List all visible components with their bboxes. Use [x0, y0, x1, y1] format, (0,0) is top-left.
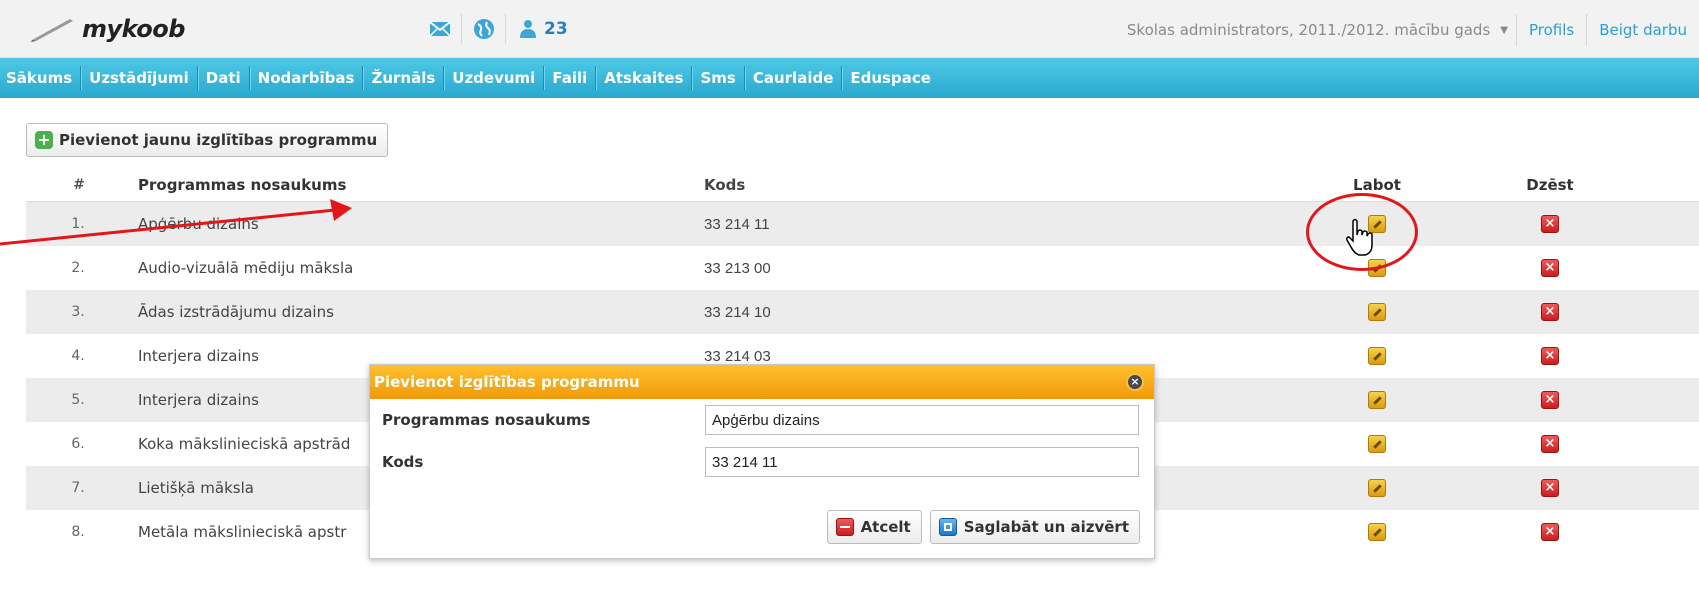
- row-name: Audio-vizuālā mēdiju māksla: [138, 259, 354, 277]
- user-area: Skolas administrators, 2011./2012. mācīb…: [1127, 14, 1699, 46]
- logo[interactable]: mykoob: [30, 12, 185, 46]
- row-num: 7.: [71, 480, 85, 496]
- delete-icon[interactable]: ×: [1541, 347, 1559, 365]
- top-bar: mykoob 23 Skolas administrators, 2011./2…: [0, 0, 1699, 58]
- dialog-header: Pievienot izglītības programmu ×: [370, 365, 1154, 399]
- edit-icon[interactable]: [1368, 215, 1386, 233]
- row-code: 33 214 11: [704, 215, 770, 233]
- delete-icon[interactable]: ×: [1541, 215, 1559, 233]
- row-num: 6.: [71, 436, 85, 452]
- row-code: 33 213 00: [704, 259, 771, 277]
- close-icon[interactable]: ×: [1126, 373, 1144, 391]
- delete-icon[interactable]: ×: [1541, 435, 1559, 453]
- nav-item-zurnals[interactable]: Žurnāls: [363, 66, 445, 90]
- header-num: #: [73, 176, 83, 193]
- header-edit: Labot: [1353, 175, 1401, 194]
- nav-item-sakums[interactable]: Sākums: [0, 66, 82, 90]
- row-name: Ādas izstrādājumu dizains: [138, 303, 334, 321]
- table-row: 2. Audio-vizuālā mēdiju māksla 33 213 00…: [26, 246, 1699, 290]
- header-delete: Dzēst: [1526, 175, 1574, 194]
- row-num: 1.: [71, 216, 85, 232]
- edit-icon[interactable]: [1368, 347, 1386, 365]
- cancel-label: Atcelt: [860, 518, 911, 536]
- delete-icon[interactable]: ×: [1541, 303, 1559, 321]
- dialog-name-row: Programmas nosaukums: [370, 399, 1154, 441]
- code-label: Kods: [382, 453, 424, 471]
- edit-icon[interactable]: [1368, 303, 1386, 321]
- user-icon: [520, 20, 536, 38]
- table-header: # Programmas nosaukums Kods Labot Dzēst: [26, 168, 1699, 202]
- row-num: 4.: [71, 348, 85, 364]
- users-count: 23: [544, 19, 568, 39]
- cancel-icon: [835, 518, 854, 536]
- edit-icon[interactable]: [1368, 259, 1386, 277]
- edit-icon[interactable]: [1368, 523, 1386, 541]
- nav-item-eduspace[interactable]: Eduspace: [842, 66, 939, 90]
- edit-icon[interactable]: [1368, 391, 1386, 409]
- dialog-title: Pievienot izglītības programmu: [374, 373, 640, 391]
- logout-link[interactable]: Beigt darbu: [1586, 14, 1699, 46]
- delete-icon[interactable]: ×: [1541, 479, 1559, 497]
- cancel-button[interactable]: Atcelt: [826, 510, 922, 544]
- nav-item-atskaites[interactable]: Atskaites: [596, 66, 693, 90]
- caret-down-icon: ▼: [1500, 24, 1508, 36]
- row-num: 8.: [71, 524, 85, 540]
- nav-item-dati[interactable]: Dati: [198, 66, 250, 90]
- envelope-icon: [428, 21, 451, 37]
- users-online[interactable]: 23: [506, 19, 568, 39]
- add-program-button[interactable]: + Pievienot jaunu izglītības programmu: [26, 123, 389, 157]
- pen-logo-icon: [31, 19, 73, 42]
- delete-icon[interactable]: ×: [1541, 391, 1559, 409]
- top-icons: 23: [418, 14, 568, 44]
- logo-text: mykoob: [82, 15, 185, 43]
- dialog-code-row: Kods: [370, 441, 1154, 483]
- main-nav: Sākums Uzstādījumi Dati Nodarbības Žurnā…: [0, 58, 1699, 98]
- role-text: Skolas administrators, 2011./2012. mācīb…: [1126, 21, 1491, 39]
- nav-item-sms[interactable]: Sms: [692, 66, 745, 90]
- row-name: Apģērbu dizains: [138, 215, 259, 233]
- row-num: 2.: [71, 260, 85, 276]
- profile-link[interactable]: Profils: [1515, 14, 1586, 46]
- delete-icon[interactable]: ×: [1541, 523, 1559, 541]
- row-code: 33 214 10: [704, 303, 771, 321]
- header-name: Programmas nosaukums: [138, 175, 347, 194]
- messages-button[interactable]: [418, 14, 462, 44]
- table-row: 3. Ādas izstrādājumu dizains 33 214 10 ×: [26, 290, 1699, 334]
- add-program-label: Pievienot jaunu izglītības programmu: [59, 131, 378, 149]
- header-code: Kods: [704, 175, 746, 194]
- name-label: Programmas nosaukums: [382, 411, 591, 429]
- row-code: 33 214 03: [704, 347, 771, 365]
- globe-button[interactable]: [462, 14, 506, 44]
- dialog-actions: Atcelt Saglabāt un aizvērt: [826, 510, 1140, 544]
- edit-icon[interactable]: [1368, 435, 1386, 453]
- globe-icon: [473, 19, 494, 39]
- program-name-input[interactable]: [705, 405, 1139, 435]
- table-row: 1. Apģērbu dizains 33 214 11 ×: [26, 202, 1699, 246]
- save-icon: [938, 518, 957, 536]
- row-num: 5.: [71, 392, 85, 408]
- plus-icon: +: [35, 131, 53, 149]
- edit-icon[interactable]: [1368, 479, 1386, 497]
- nav-item-uzstadijumi[interactable]: Uzstādījumi: [81, 66, 198, 90]
- nav-item-caurlaide[interactable]: Caurlaide: [745, 66, 843, 90]
- row-name: Interjera dizains: [138, 347, 259, 365]
- nav-item-uzdevumi[interactable]: Uzdevumi: [444, 66, 545, 90]
- row-num: 3.: [71, 304, 85, 320]
- save-label: Saglabāt un aizvērt: [963, 518, 1129, 536]
- save-close-button[interactable]: Saglabāt un aizvērt: [929, 510, 1140, 544]
- add-program-dialog: Pievienot izglītības programmu × Program…: [369, 364, 1155, 559]
- delete-icon[interactable]: ×: [1541, 259, 1559, 277]
- nav-item-nodarbibas[interactable]: Nodarbības: [250, 66, 364, 90]
- nav-item-faili[interactable]: Faili: [544, 66, 597, 90]
- role-selector[interactable]: Skolas administrators, 2011./2012. mācīb…: [1127, 21, 1516, 39]
- program-code-input[interactable]: [705, 447, 1139, 477]
